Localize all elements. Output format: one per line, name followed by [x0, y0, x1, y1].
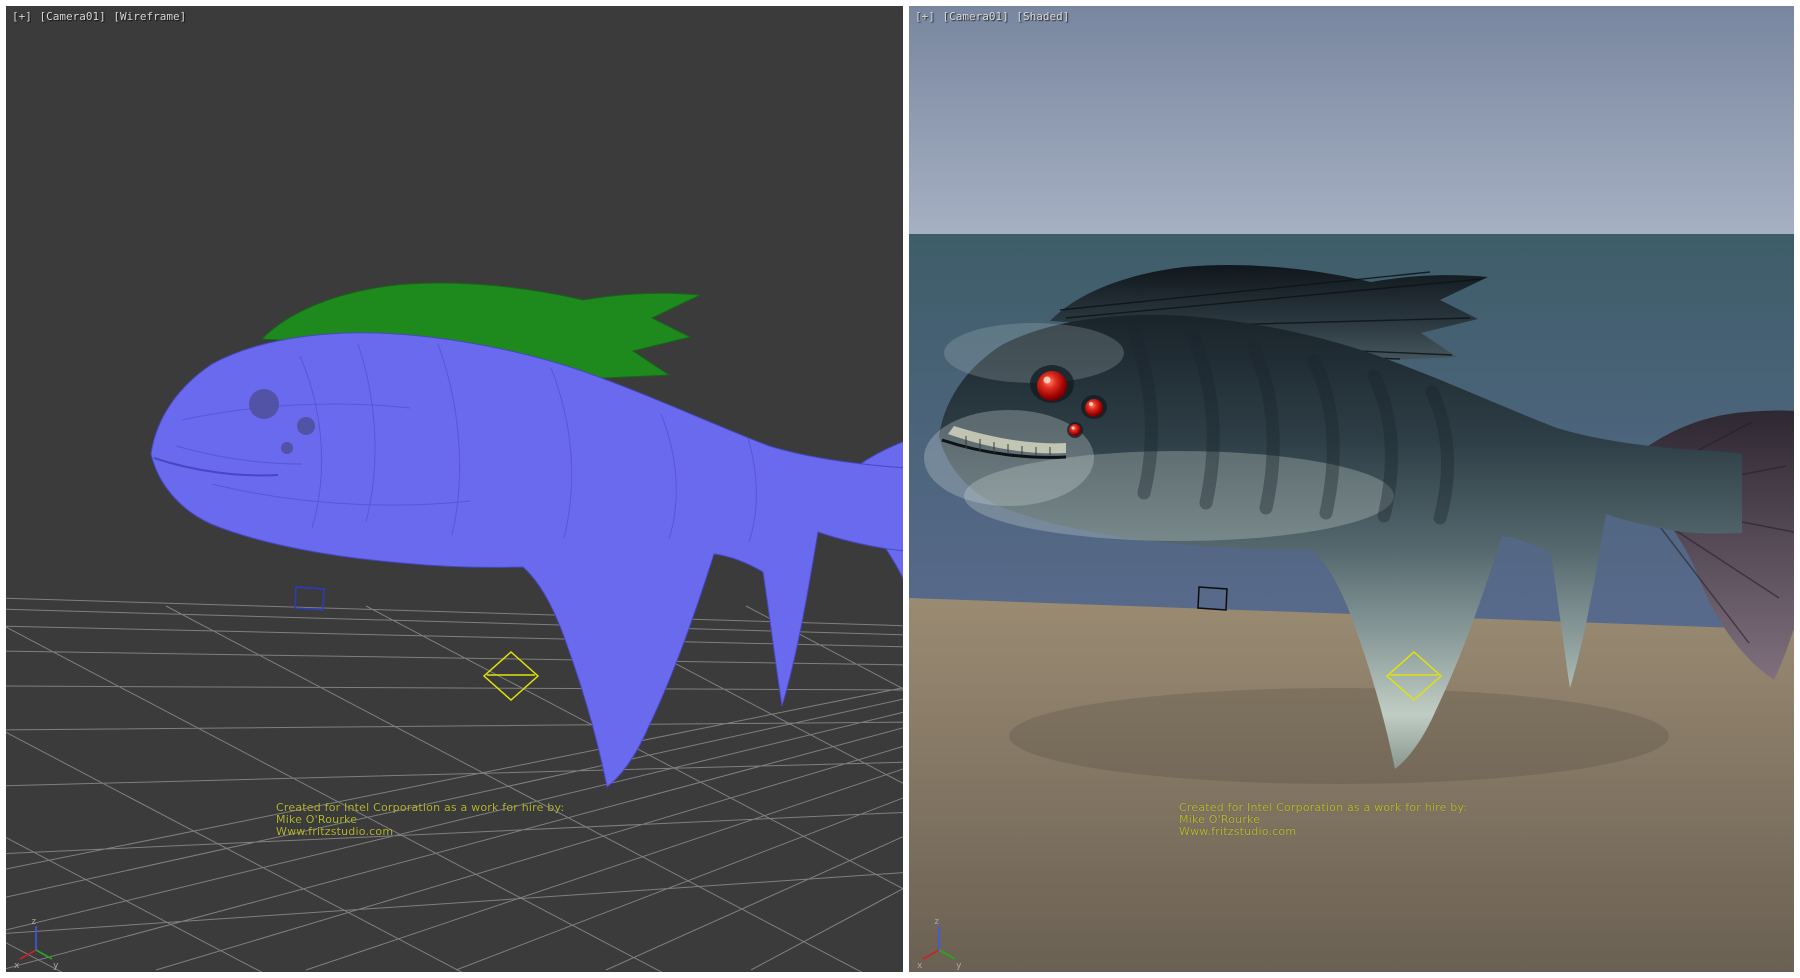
watermark-text: Created for Intel Corporation as a work …	[1179, 802, 1467, 838]
fish-eye-highlight	[1044, 377, 1051, 384]
viewport-wireframe[interactable]: [+] [Camera01] [Wireframe]	[6, 6, 903, 972]
fish-eye-highlight	[1072, 427, 1075, 430]
viewport-camera-button[interactable]: [Camera01]	[40, 10, 106, 23]
watermark-line: Www.fritzstudio.com	[1179, 826, 1467, 838]
fish-eye	[1085, 399, 1103, 417]
viewport-label: [+] [Camera01] [Wireframe]	[12, 10, 187, 23]
watermark-text: Created for Intel Corporation as a work …	[276, 802, 564, 838]
fish-head-highlight	[924, 410, 1094, 506]
fish-eye	[1037, 371, 1067, 401]
world-axis-tripod	[14, 917, 59, 971]
fish-eye	[249, 389, 279, 419]
fish-eye-highlight	[1089, 402, 1093, 406]
dual-viewport-app: [+] [Camera01] [Wireframe]	[0, 0, 1800, 978]
viewport-label: [+] [Camera01] [Shaded]	[915, 10, 1070, 23]
viewport-camera-button[interactable]: [Camera01]	[943, 10, 1009, 23]
fish-eye	[297, 417, 315, 435]
fish-eye	[1069, 424, 1081, 436]
viewport-shaded[interactable]: [+] [Camera01] [Shaded]	[909, 6, 1794, 972]
viewport-menu-button[interactable]: [+]	[915, 10, 935, 23]
helper-box-gizmo[interactable]	[295, 587, 324, 610]
ground-wireframe-grid[interactable]	[6, 566, 903, 972]
viewport-shading-button[interactable]: [Wireframe]	[113, 10, 186, 23]
fish-eye	[281, 442, 293, 454]
fish-model-wireframe[interactable]	[151, 283, 903, 787]
sky-background	[909, 6, 1794, 234]
sand-ground-plane[interactable]	[909, 598, 1794, 972]
watermark-line: Www.fritzstudio.com	[276, 826, 564, 838]
fish-ground-shadow	[1009, 688, 1669, 784]
viewport-menu-button[interactable]: [+]	[12, 10, 32, 23]
viewport-shading-button[interactable]: [Shaded]	[1016, 10, 1069, 23]
